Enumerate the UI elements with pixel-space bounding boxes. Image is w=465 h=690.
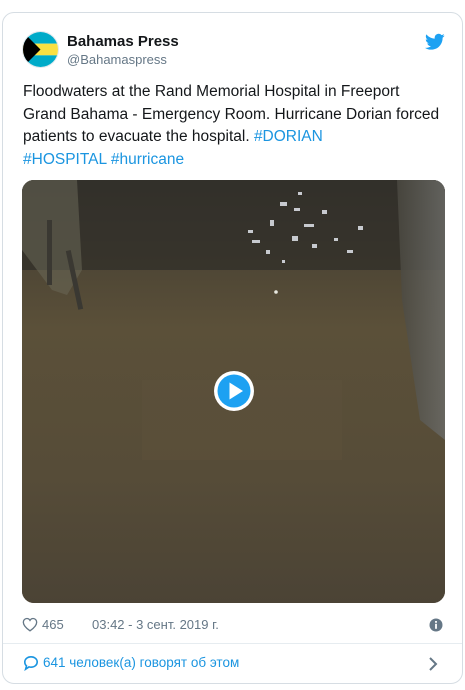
video-player[interactable] <box>22 180 445 603</box>
play-icon <box>214 371 254 411</box>
hashtag-hospital[interactable]: #HOSPITAL <box>23 151 107 168</box>
author-handle[interactable]: @Bahamaspress <box>67 52 167 67</box>
info-icon[interactable] <box>429 618 443 632</box>
avatar[interactable] <box>22 31 59 68</box>
chevron-right-icon[interactable] <box>428 656 438 672</box>
tweet-meta: 465 03:42 - 3 сент. 2019 г. <box>22 615 445 635</box>
conversation-count[interactable]: 641 человек(а) говорят об этом <box>43 655 239 670</box>
hashtag-dorian[interactable]: #DORIAN <box>254 128 323 145</box>
twitter-bird-icon[interactable] <box>425 33 445 51</box>
like-count[interactable]: 465 <box>42 617 64 632</box>
author-name[interactable]: Bahamas Press <box>67 33 179 50</box>
tweet-text: Floodwaters at the Rand Memorial Hospita… <box>23 81 443 171</box>
speech-bubble-icon <box>23 655 39 671</box>
bahamas-flag-avatar <box>23 32 58 67</box>
tweet-body: Floodwaters at the Rand Memorial Hospita… <box>23 83 440 145</box>
tweet-card: Bahamas Press @Bahamaspress Floodwaters … <box>2 12 463 684</box>
timestamp[interactable]: 03:42 - 3 сент. 2019 г. <box>92 617 219 632</box>
hashtag-hurricane[interactable]: #hurricane <box>111 151 184 168</box>
conversation-link[interactable]: 641 человек(а) говорят об этом <box>3 644 462 683</box>
heart-icon[interactable] <box>22 617 38 632</box>
tweet-header: Bahamas Press @Bahamaspress <box>3 13 462 73</box>
play-button[interactable] <box>213 370 255 412</box>
